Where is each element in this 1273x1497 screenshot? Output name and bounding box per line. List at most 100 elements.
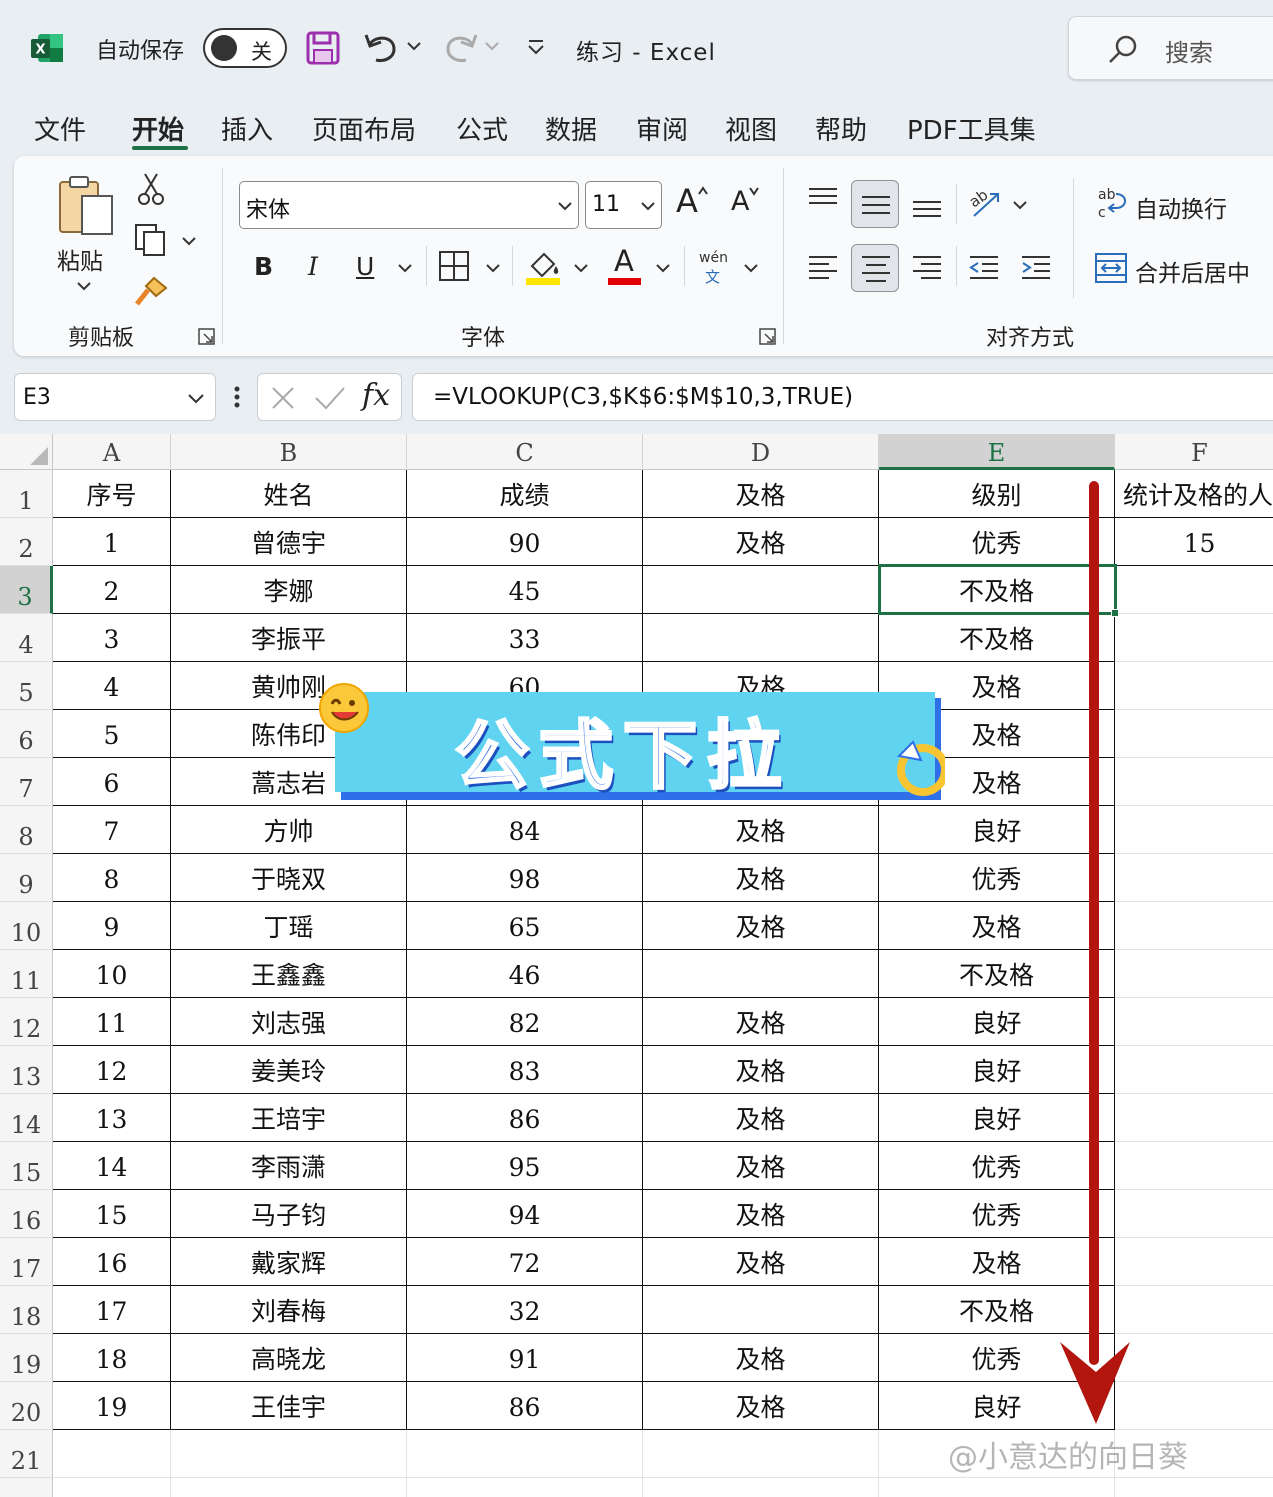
tab-review[interactable]: 审阅: [636, 110, 688, 147]
table-cell[interactable]: 15: [53, 1190, 171, 1238]
header-cell[interactable]: 姓名: [171, 470, 407, 518]
table-cell[interactable]: 及格: [643, 902, 879, 950]
table-cell[interactable]: 17: [53, 1286, 171, 1334]
select-all-button[interactable]: [0, 434, 53, 470]
table-cell[interactable]: [407, 1478, 643, 1497]
table-cell[interactable]: 94: [407, 1190, 643, 1238]
table-cell[interactable]: 刘志强: [171, 998, 407, 1046]
header-cell[interactable]: 成绩: [407, 470, 643, 518]
table-cell[interactable]: 曾德宇: [171, 518, 407, 566]
save-icon[interactable]: [306, 31, 340, 65]
row-header-17[interactable]: 17: [0, 1238, 53, 1286]
formula-input[interactable]: =VLOOKUP(C3,$K$6:$M$10,3,TRUE): [412, 373, 1273, 421]
font-size-select[interactable]: 11: [585, 181, 662, 229]
align-left-icon[interactable]: [807, 254, 839, 282]
row-header-21[interactable]: 21: [0, 1430, 53, 1478]
merge-center-icon[interactable]: [1094, 252, 1128, 284]
table-cell[interactable]: 6: [53, 758, 171, 806]
table-cell[interactable]: 刘春梅: [171, 1286, 407, 1334]
table-cell[interactable]: [171, 1478, 407, 1497]
copy-icon[interactable]: [134, 223, 168, 257]
table-cell[interactable]: 91: [407, 1334, 643, 1382]
align-top-icon[interactable]: [807, 186, 839, 210]
wrap-text-label[interactable]: 自动换行: [1135, 190, 1227, 224]
tab-view[interactable]: 视图: [725, 110, 777, 147]
column-header-a[interactable]: A: [53, 434, 171, 470]
redo-dropdown-icon[interactable]: [484, 40, 500, 52]
paste-icon[interactable]: [56, 174, 116, 238]
row-header-7[interactable]: 7: [0, 758, 53, 806]
table-cell[interactable]: 王鑫鑫: [171, 950, 407, 998]
shrink-font-button[interactable]: A: [731, 186, 749, 217]
table-cell[interactable]: [407, 1430, 643, 1478]
font-name-select[interactable]: 宋体: [239, 181, 579, 229]
wrap-text-icon[interactable]: ab c: [1096, 186, 1130, 220]
row-header-6[interactable]: 6: [0, 710, 53, 758]
row-header-13[interactable]: 13: [0, 1046, 53, 1094]
table-cell[interactable]: [53, 1478, 171, 1497]
row-header-3[interactable]: 3: [0, 566, 53, 614]
font-dialog-launcher-icon[interactable]: [759, 328, 776, 345]
table-cell[interactable]: 于晓双: [171, 854, 407, 902]
table-cell[interactable]: 及格: [643, 854, 879, 902]
italic-button[interactable]: I: [308, 252, 318, 281]
row-header-14[interactable]: 14: [0, 1094, 53, 1142]
merge-center-label[interactable]: 合并后居中: [1135, 254, 1250, 288]
table-cell[interactable]: [643, 1478, 879, 1497]
column-header-b[interactable]: B: [171, 434, 407, 470]
table-cell[interactable]: [879, 1478, 1115, 1497]
table-cell[interactable]: 95: [407, 1142, 643, 1190]
row-header-20[interactable]: 20: [0, 1382, 53, 1430]
more-options-icon[interactable]: [232, 384, 242, 410]
phonetic-guide-bottom[interactable]: 文: [705, 266, 720, 287]
row-header-19[interactable]: 19: [0, 1334, 53, 1382]
align-center-button[interactable]: [851, 244, 899, 292]
row-header-10[interactable]: 10: [0, 902, 53, 950]
table-cell[interactable]: 及格: [643, 518, 879, 566]
table-cell[interactable]: 90: [407, 518, 643, 566]
table-cell[interactable]: 86: [407, 1382, 643, 1430]
table-cell[interactable]: 戴家辉: [171, 1238, 407, 1286]
header-cell[interactable]: 序号: [53, 470, 171, 518]
table-cell[interactable]: 46: [407, 950, 643, 998]
fill-color-icon[interactable]: [526, 248, 562, 286]
paste-label[interactable]: 粘贴: [57, 242, 103, 276]
table-cell[interactable]: 及格: [643, 998, 879, 1046]
fill-color-dropdown-icon[interactable]: [573, 262, 589, 274]
font-color-button[interactable]: A: [614, 244, 634, 278]
cancel-icon[interactable]: [270, 385, 296, 411]
borders-icon[interactable]: [438, 250, 470, 282]
row-header-1[interactable]: 1: [0, 470, 53, 518]
table-cell[interactable]: 方帅: [171, 806, 407, 854]
row-header-15[interactable]: 15: [0, 1142, 53, 1190]
table-cell[interactable]: 13: [53, 1094, 171, 1142]
row-header-9[interactable]: 9: [0, 854, 53, 902]
increase-indent-icon[interactable]: [1020, 254, 1052, 282]
table-cell[interactable]: 7: [53, 806, 171, 854]
align-bottom-icon[interactable]: [911, 196, 943, 220]
table-cell[interactable]: 19: [53, 1382, 171, 1430]
undo-icon[interactable]: [362, 30, 400, 66]
table-cell[interactable]: 及格: [643, 1046, 879, 1094]
table-cell[interactable]: 8: [53, 854, 171, 902]
column-header-f[interactable]: F: [1115, 434, 1273, 470]
row-header-16[interactable]: 16: [0, 1190, 53, 1238]
row-header-4[interactable]: 4: [0, 614, 53, 662]
phonetic-dropdown-icon[interactable]: [743, 262, 759, 274]
tab-help[interactable]: 帮助: [815, 110, 867, 147]
table-cell[interactable]: 李娜: [171, 566, 407, 614]
underline-button[interactable]: U: [356, 252, 374, 281]
table-cell[interactable]: 马子钧: [171, 1190, 407, 1238]
table-cell[interactable]: 李雨潇: [171, 1142, 407, 1190]
format-painter-icon[interactable]: [134, 274, 170, 308]
table-cell[interactable]: 86: [407, 1094, 643, 1142]
orientation-icon[interactable]: ab: [966, 186, 1002, 220]
table-cell[interactable]: 丁瑶: [171, 902, 407, 950]
table-cell[interactable]: [53, 1430, 171, 1478]
table-cell[interactable]: 2: [53, 566, 171, 614]
column-header-d[interactable]: D: [643, 434, 879, 470]
table-cell[interactable]: 83: [407, 1046, 643, 1094]
row-header-18[interactable]: 18: [0, 1286, 53, 1334]
grow-font-button[interactable]: A: [676, 182, 698, 220]
table-cell[interactable]: 及格: [643, 1382, 879, 1430]
